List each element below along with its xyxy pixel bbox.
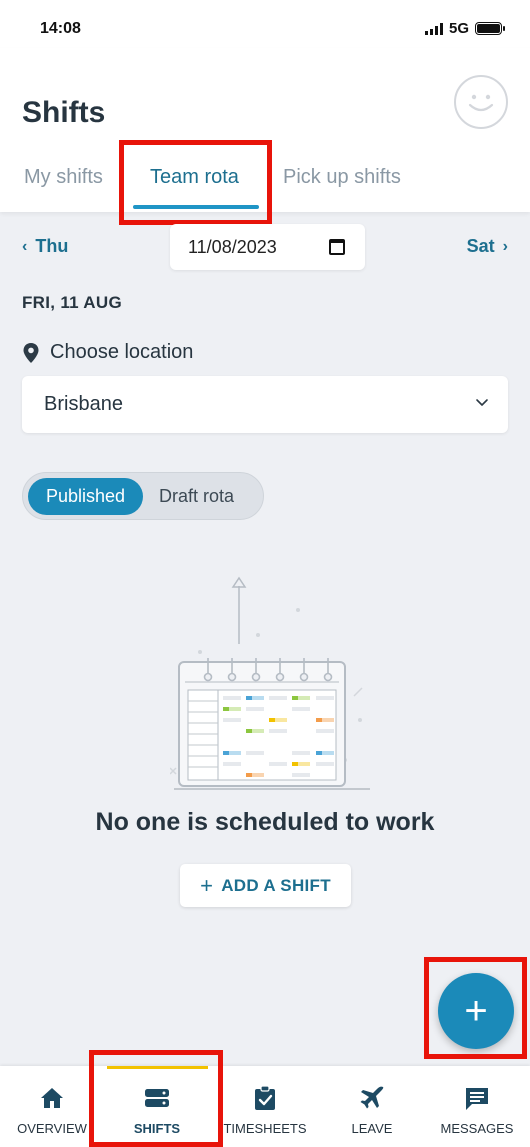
avatar-smiley-icon[interactable] bbox=[454, 75, 508, 129]
shifts-icon bbox=[145, 1089, 169, 1107]
status-bar: 14:08 5G bbox=[0, 0, 530, 48]
draft-rota-toggle-option[interactable]: Draft rota bbox=[159, 486, 234, 507]
messages-icon bbox=[466, 1088, 488, 1110]
nav-shifts-label: SHIFTS bbox=[133, 1121, 181, 1136]
signal-icon bbox=[424, 22, 443, 35]
prev-day-button[interactable]: ‹ Thu bbox=[22, 236, 68, 257]
tab-team-rota[interactable]: Team rota bbox=[150, 166, 239, 189]
prev-day-label: Thu bbox=[35, 236, 69, 256]
empty-calendar-illustration bbox=[170, 576, 370, 790]
battery-icon bbox=[475, 22, 505, 35]
tab-my-shifts[interactable]: My shifts bbox=[24, 166, 103, 189]
add-shift-label: ADD A SHIFT bbox=[221, 875, 331, 895]
chevron-right-icon: › bbox=[502, 237, 508, 255]
timesheets-icon bbox=[255, 1085, 275, 1110]
nav-overview-label: OVERVIEW bbox=[17, 1121, 87, 1136]
location-label-text: Choose location bbox=[50, 341, 194, 363]
tab-bar: My shifts Team rota Pick up shifts bbox=[0, 156, 530, 212]
add-shift-button[interactable]: + ADD A SHIFT bbox=[180, 864, 351, 907]
home-icon bbox=[41, 1088, 63, 1108]
rota-toggle: Published Draft rota bbox=[22, 472, 264, 520]
location-label: Choose location bbox=[22, 341, 193, 364]
published-toggle-option[interactable]: Published bbox=[28, 478, 143, 515]
page-title: Shifts bbox=[22, 96, 106, 129]
nav-timesheets[interactable]: TIMESHEETS bbox=[210, 1066, 320, 1147]
calendar-icon[interactable] bbox=[329, 239, 345, 255]
add-fab-button[interactable]: + bbox=[438, 973, 514, 1049]
nav-messages[interactable]: MESSAGES bbox=[424, 1066, 530, 1147]
nav-leave-label: LEAVE bbox=[351, 1121, 393, 1136]
status-time: 14:08 bbox=[40, 20, 81, 37]
chevron-down-icon bbox=[476, 399, 488, 406]
day-heading: FRI, 11 AUG bbox=[22, 293, 122, 312]
empty-state-message: No one is scheduled to work bbox=[95, 808, 435, 836]
tab-active-underline bbox=[133, 205, 259, 209]
chevron-left-icon: ‹ bbox=[22, 237, 28, 255]
location-select[interactable]: Brisbane bbox=[22, 376, 508, 433]
date-picker-input[interactable]: 11/08/2023 bbox=[170, 224, 365, 270]
location-pin-icon bbox=[23, 342, 39, 363]
plus-icon: + bbox=[200, 872, 214, 898]
network-label: 5G bbox=[448, 20, 469, 37]
date-navigation: ‹ Thu 11/08/2023 Sat › bbox=[0, 224, 530, 272]
header: Shifts My shifts Team rota Pick up shift… bbox=[0, 48, 530, 212]
nav-leave[interactable]: LEAVE bbox=[320, 1066, 424, 1147]
plus-icon: + bbox=[464, 989, 488, 1033]
tab-pick-up-shifts[interactable]: Pick up shifts bbox=[283, 166, 401, 189]
nav-messages-label: MESSAGES bbox=[440, 1121, 514, 1136]
next-day-button[interactable]: Sat › bbox=[467, 236, 508, 257]
next-day-label: Sat bbox=[466, 236, 495, 256]
status-indicators: 5G bbox=[424, 20, 505, 37]
nav-shifts[interactable]: SHIFTS bbox=[104, 1066, 210, 1147]
location-value: Brisbane bbox=[44, 393, 123, 415]
bottom-nav: OVERVIEW SHIFTS TIMESHEETS LEAVE MESSAGE… bbox=[0, 1066, 530, 1147]
nav-overview[interactable]: OVERVIEW bbox=[0, 1066, 104, 1147]
date-value: 11/08/2023 bbox=[188, 236, 277, 257]
leave-icon bbox=[360, 1086, 384, 1109]
nav-timesheets-label: TIMESHEETS bbox=[223, 1121, 307, 1136]
